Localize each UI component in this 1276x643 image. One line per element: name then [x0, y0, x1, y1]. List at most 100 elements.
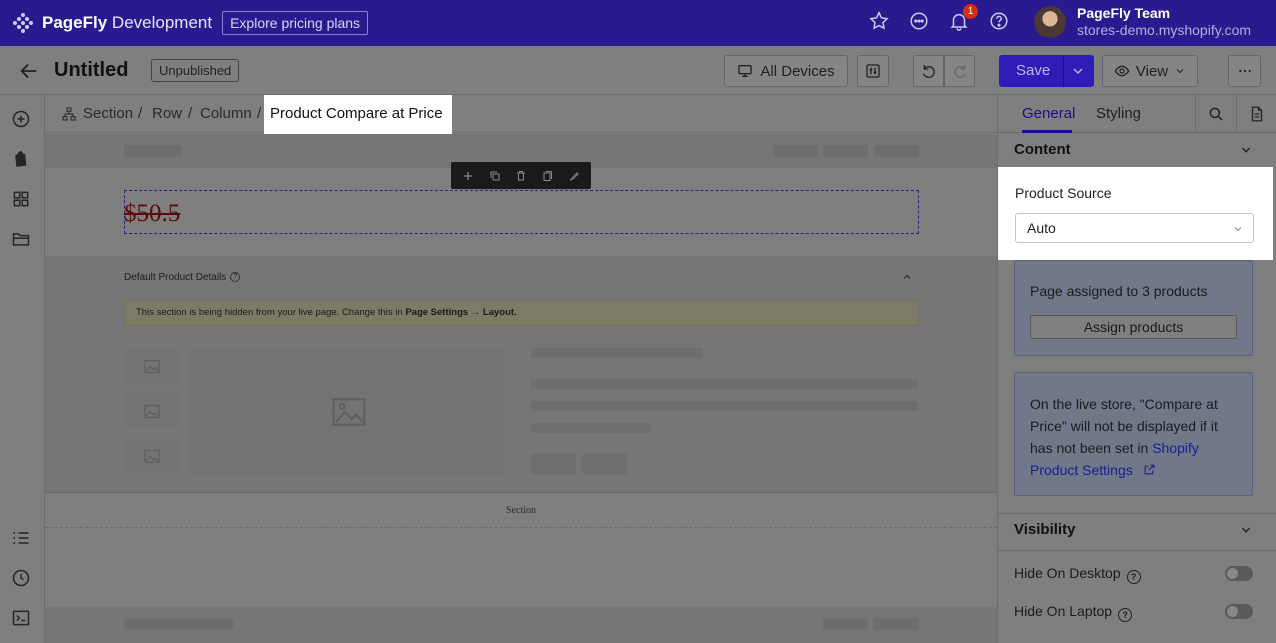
placeholder-bar: [874, 618, 919, 630]
page-title[interactable]: Untitled: [54, 59, 128, 82]
product-source-label: Product Source: [1015, 185, 1112, 201]
product-source-select[interactable]: Auto: [1015, 213, 1254, 243]
monitor-icon: [738, 65, 753, 77]
user-name: PageFly Team: [1077, 5, 1171, 21]
placeholder-button: [582, 454, 627, 474]
document-icon[interactable]: [1248, 105, 1266, 123]
placeholder-bar: [874, 145, 919, 157]
user-info[interactable]: PageFly Team stores-demo.myshopify.com: [1077, 5, 1251, 39]
external-link-icon[interactable]: [1143, 463, 1156, 476]
shopify-icon[interactable]: [11, 149, 31, 169]
breadcrumb: Section / Row / Column / Product Compare…: [45, 95, 997, 136]
explore-pricing-button[interactable]: Explore pricing plans: [222, 11, 369, 35]
product-source-panel: Product Source Auto: [998, 167, 1273, 260]
breadcrumb-column[interactable]: Column: [200, 105, 252, 122]
chevron-down-icon: [1234, 227, 1242, 232]
add-element-icon[interactable]: [11, 109, 31, 129]
placeholder-bar: [531, 379, 918, 389]
store-domain: stores-demo.myshopify.com: [1077, 22, 1252, 38]
chevron-up-icon[interactable]: [901, 271, 913, 283]
chevron-down-icon[interactable]: [1070, 63, 1086, 79]
tab-divider: [1236, 95, 1237, 133]
tab-general[interactable]: General: [1022, 105, 1075, 122]
chevron-down-icon[interactable]: [1239, 523, 1253, 537]
thumbnail-placeholder: [124, 393, 180, 429]
breadcrumb-current-label: Product Compare at Price: [270, 105, 443, 122]
chevron-down-icon: [1176, 69, 1184, 74]
active-tab-indicator: [1022, 130, 1072, 133]
search-icon[interactable]: [1207, 105, 1225, 123]
breadcrumb-current[interactable]: Product Compare at Price: [264, 95, 452, 136]
trash-icon[interactable]: [515, 170, 527, 182]
inspector-panel: General Styling Content Product Source A…: [997, 95, 1276, 643]
redo-icon: [953, 65, 966, 78]
image-icon: [332, 397, 366, 426]
help-circle-icon[interactable]: ?: [230, 272, 241, 283]
hide-on-desktop-toggle[interactable]: [1225, 566, 1253, 581]
save-button[interactable]: Save: [999, 55, 1094, 87]
compare-at-price[interactable]: $50.5: [124, 200, 180, 228]
help-icon[interactable]: [988, 10, 1010, 32]
notifications-button[interactable]: 1: [948, 4, 978, 32]
copy-icon[interactable]: [541, 170, 553, 182]
thumbnail-placeholder: [124, 438, 180, 474]
undo-icon: [922, 65, 935, 78]
placeholder-bar: [531, 401, 918, 411]
layers-list-icon[interactable]: [11, 528, 31, 548]
tab-styling[interactable]: Styling: [1096, 105, 1141, 122]
code-terminal-icon[interactable]: [11, 608, 31, 628]
top-icons: 1: [868, 4, 1010, 32]
paint-brush-icon[interactable]: [568, 170, 580, 182]
eye-icon: [1114, 65, 1130, 77]
user-avatar[interactable]: [1034, 6, 1066, 38]
editor-toolbar: Untitled Unpublished All Devices Save Vi…: [0, 46, 1276, 95]
page-settings-button[interactable]: [857, 55, 889, 87]
view-label: View: [1135, 62, 1169, 80]
tab-divider: [1195, 95, 1196, 133]
thumbnail-placeholder: [124, 348, 180, 384]
more-horizontal-icon: [1238, 69, 1251, 73]
section-divider: [998, 513, 1276, 514]
more-options-button[interactable]: [1228, 55, 1261, 87]
assigned-products-box: Page assigned to 3 products Assign produ…: [1014, 260, 1253, 356]
breadcrumb-section[interactable]: Section: [83, 105, 133, 122]
compare-price-info-box: On the live store, "Compare at Price" wi…: [1014, 372, 1253, 496]
pagefly-logo[interactable]: PageFly Development: [12, 12, 212, 34]
selected-element-outline[interactable]: [124, 190, 919, 234]
visibility-heading[interactable]: Visibility: [1014, 521, 1075, 538]
star-icon[interactable]: [868, 10, 890, 32]
grid-icon[interactable]: [11, 189, 31, 209]
left-sidebar: [0, 95, 45, 643]
chevron-down-icon[interactable]: [1239, 143, 1253, 157]
chat-icon[interactable]: [908, 10, 930, 32]
placeholder-button: [531, 454, 576, 474]
hide-on-desktop-row: Hide On Desktop?: [1014, 565, 1141, 584]
help-circle-icon[interactable]: ?: [1126, 570, 1141, 584]
placeholder-bar: [531, 348, 703, 358]
hide-on-laptop-toggle[interactable]: [1225, 604, 1253, 619]
save-split-divider: [1063, 55, 1064, 87]
duplicate-icon[interactable]: [489, 170, 501, 182]
element-toolbar: [451, 162, 591, 189]
help-circle-icon[interactable]: ?: [1118, 608, 1133, 622]
image-icon: [144, 359, 160, 373]
breadcrumb-row[interactable]: Row: [152, 105, 182, 122]
image-icon: [144, 449, 160, 463]
history-clock-icon[interactable]: [11, 568, 31, 588]
device-selector-button[interactable]: All Devices: [724, 55, 848, 87]
section-divider: [45, 527, 997, 528]
breadcrumb-separator: /: [138, 105, 143, 122]
undo-button[interactable]: [913, 55, 944, 87]
assign-products-button[interactable]: Assign products: [1030, 315, 1237, 339]
product-source-value: Auto: [1027, 220, 1056, 236]
folder-icon[interactable]: [11, 229, 31, 249]
product-details-title: Default Product Details?: [124, 272, 241, 283]
content-heading[interactable]: Content: [1014, 141, 1071, 158]
back-arrow-icon[interactable]: [18, 60, 40, 82]
breadcrumb-separator: /: [257, 105, 262, 122]
inspector-tabs: General Styling: [998, 95, 1276, 133]
redo-button[interactable]: [944, 55, 975, 87]
view-button[interactable]: View: [1102, 55, 1198, 87]
add-icon[interactable]: [462, 170, 474, 182]
sliders-icon: [866, 64, 880, 78]
